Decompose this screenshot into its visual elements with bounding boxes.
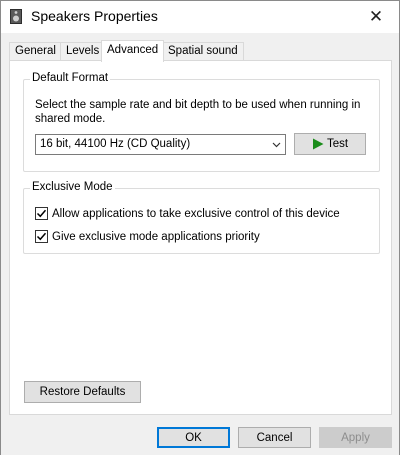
properties-window: Speakers Properties ✕ General Levels Adv… [0,0,400,455]
apply-button-label: Apply [341,431,370,444]
allow-exclusive-control-checkbox[interactable] [35,207,48,220]
ok-button[interactable]: OK [157,427,230,448]
close-icon: ✕ [368,6,384,26]
exclusive-priority-checkbox[interactable] [35,230,48,243]
restore-defaults-button[interactable]: Restore Defaults [24,381,141,403]
dialog-footer: OK Cancel Apply [1,417,399,455]
play-icon [312,138,324,150]
format-select[interactable]: 16 bit, 44100 Hz (CD Quality) [35,134,286,155]
tab-levels[interactable]: Levels [60,42,106,61]
close-button[interactable]: ✕ [353,1,399,32]
advanced-tab-panel: Default Format Select the sample rate an… [9,60,392,415]
tab-strip: General Levels Advanced Spatial sound [9,40,393,62]
allow-exclusive-control-row[interactable]: Allow applications to take exclusive con… [35,207,340,220]
exclusive-mode-label: Exclusive Mode [30,181,115,193]
tab-general[interactable]: General [9,42,62,61]
apply-button[interactable]: Apply [319,427,392,448]
tab-advanced[interactable]: Advanced [101,40,165,62]
ok-button-label: OK [185,431,202,444]
test-button[interactable]: Test [294,133,366,155]
test-button-label: Test [326,138,349,150]
exclusive-priority-row[interactable]: Give exclusive mode applications priorit… [35,230,260,243]
speaker-icon [10,9,22,24]
cancel-button-label: Cancel [256,431,293,444]
checkmark-icon [36,232,47,241]
default-format-description: Select the sample rate and bit depth to … [35,99,361,125]
window-title: Speakers Properties [31,8,158,24]
restore-defaults-label: Restore Defaults [39,386,126,398]
exclusive-priority-label: Give exclusive mode applications priorit… [52,230,260,243]
title-bar[interactable]: Speakers Properties ✕ [1,1,399,33]
default-format-group: Default Format Select the sample rate an… [23,72,380,172]
chevron-down-icon [272,142,281,148]
cancel-button[interactable]: Cancel [238,427,311,448]
checkmark-icon [36,209,47,218]
allow-exclusive-control-label: Allow applications to take exclusive con… [52,207,340,220]
tab-spatial-sound[interactable]: Spatial sound [162,42,244,61]
format-select-value: 16 bit, 44100 Hz (CD Quality) [40,138,191,150]
default-format-label: Default Format [30,72,111,84]
exclusive-mode-group: Exclusive Mode Allow applications to tak… [23,181,380,254]
